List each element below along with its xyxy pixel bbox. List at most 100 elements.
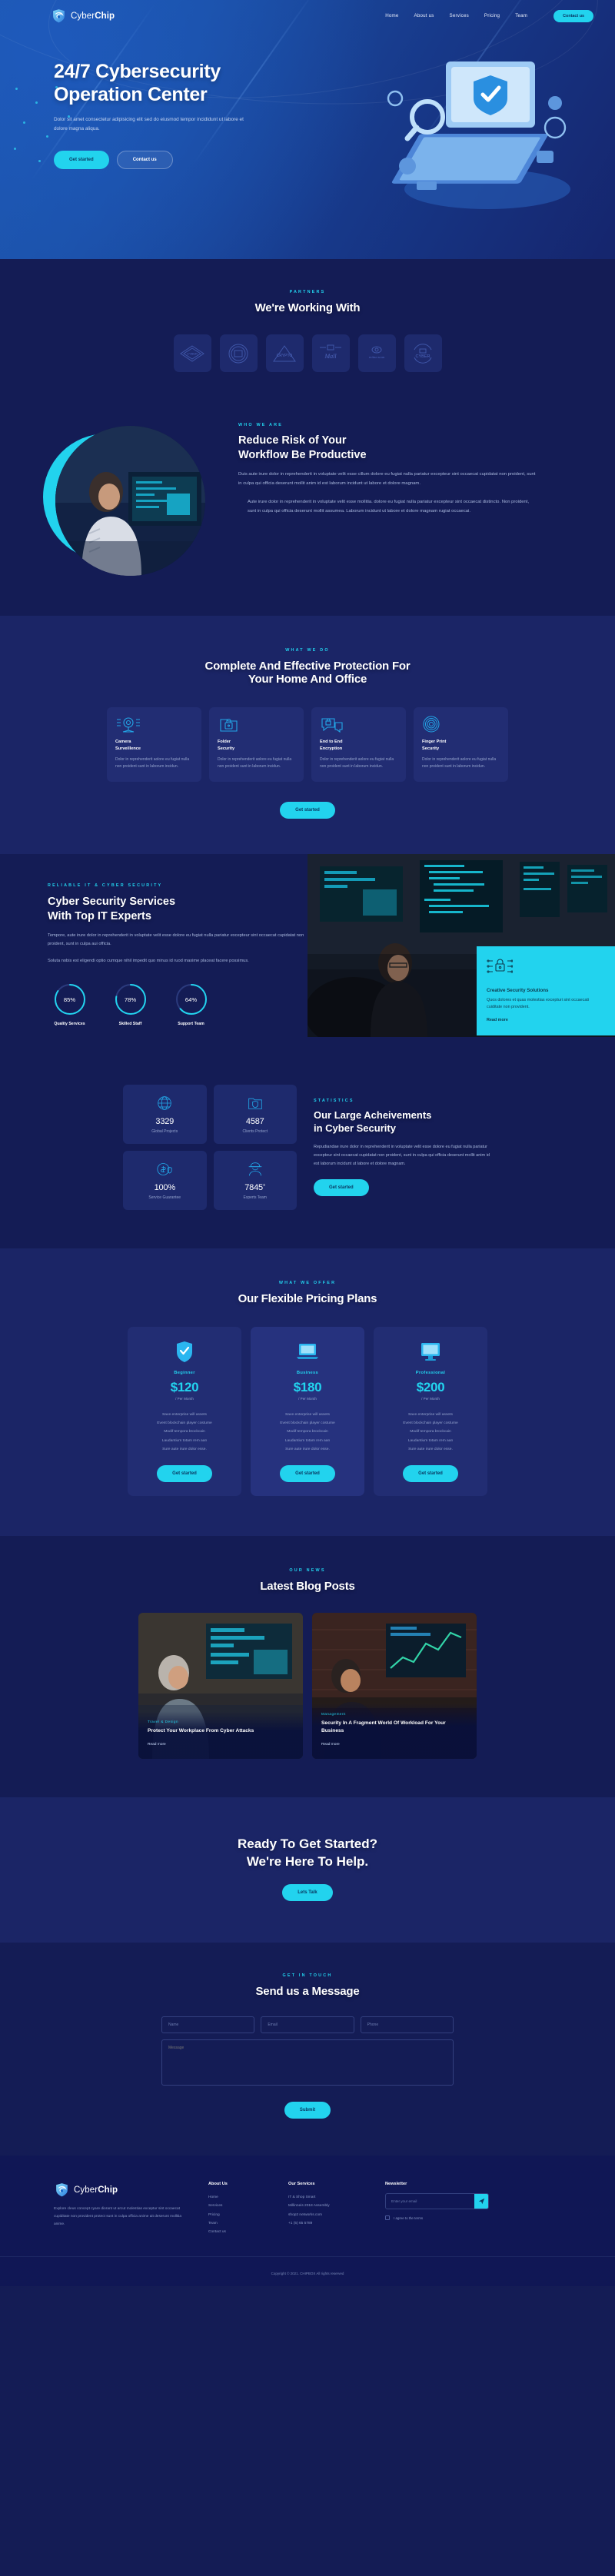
footer-link-list: IT & Shop Smart Millinneis 2018 Assembly… [288,2193,365,2227]
message-field[interactable] [161,2039,454,2086]
footer-link[interactable]: Home [208,2193,268,2202]
cta-title: Ready To Get Started? We're Here To Help. [238,1836,377,1869]
monitor-icon [384,1340,477,1363]
newsletter-email-input[interactable] [386,2195,474,2209]
progress-value: 78% [124,995,137,1003]
footer-link[interactable]: Services [208,2202,268,2210]
plan-feature: Laudantium totam rem aan [407,1438,454,1443]
footer-link[interactable]: Contact us [208,2228,268,2236]
service-card[interactable]: Folder Security Dolor in reprehenderit ao… [209,707,304,782]
pricing-card-beginner[interactable]: Beginner $120 / Per Month Save enterpris… [128,1327,241,1496]
footer-brand-logo[interactable]: CyberChip [54,2182,188,2198]
service-card-desc: Dolor in reprehenderit aolore eu fugiat … [218,757,292,769]
progress-label: Skilled Staff [118,1022,142,1027]
pricing-eyebrow: WHAT WE OFFER [278,1281,337,1286]
plan-name: Business [296,1371,319,1376]
svg-text:CYBER: CYBER [187,351,198,355]
name-field[interactable] [161,2016,255,2034]
nav-link-about[interactable]: About us [414,13,434,18]
hero-get-started-button[interactable]: Get started [54,150,109,169]
camera-icon [115,716,193,733]
plan-get-started-button[interactable]: Get started [403,1464,458,1482]
brand-logo[interactable]: CyberChip [51,8,115,24]
contact-form: Submit [161,2016,454,2119]
contact-submit-button[interactable]: Submit [284,2102,331,2119]
who-we-are-paragraph-1: Duis aute irure dolor in reprehenderit i… [238,472,536,486]
blog-card-readmore-link[interactable]: Read more [321,1743,340,1747]
newsletter-consent-row[interactable]: I agree to the terms [385,2215,489,2221]
statistic-value: 100% [154,1183,176,1193]
progress-value: 85% [63,995,76,1003]
consent-label: I agree to the terms [394,2215,424,2220]
money-shield-icon [129,1162,201,1177]
footer-link[interactable]: Team [208,2219,268,2228]
progress-stat: 85% Quality Services [48,982,91,1026]
contact-submit-wrap: Submit [161,2102,454,2119]
plan-get-started-button[interactable]: Get started [280,1464,335,1482]
diamond-cyber-logo-icon: CYBER [180,344,204,362]
svg-text:CRYPTO: CRYPTO [277,354,293,358]
plan-feature: Sure aute irure dolor esse. [285,1447,330,1451]
hero-contact-button[interactable]: Contact us [116,150,173,169]
reliable-it-section: RELIABLE IT & CYBER SECURITY Cyber Secur… [0,854,615,1050]
creative-security-card-desc: Quos dolores et quas molestias excepturi… [487,997,590,1009]
reliable-it-stats: 85% Quality Services 78% Skilled Staff 6… [48,982,315,1026]
blog-card[interactable]: Travel & Design Protect Your Workplace F… [138,1612,303,1759]
service-card[interactable]: Finger Print Security Dolor in reprehende… [414,707,508,782]
service-card-desc: Dolor in reprehenderit aolore eu fugiat … [422,757,497,769]
footer-link[interactable]: IT & Shop Smart [288,2193,365,2202]
pricing-card-business[interactable]: Business $180 / Per Month Save enterpris… [251,1327,364,1496]
footer-link[interactable]: Millinneis 2018 Assembly [288,2202,365,2210]
plan-feature-list: Save enterprise will assets Event blockc… [384,1411,477,1453]
nav-contact-button[interactable]: Contact us [554,9,593,22]
pricing-card-professional[interactable]: Professional $200 / Per Month Save enter… [374,1327,487,1496]
progress-stat: 64% Support Team [169,982,213,1026]
plan-get-started-button[interactable]: Get started [157,1464,212,1482]
what-we-do-get-started-button[interactable]: Get started [280,802,335,819]
footer-link[interactable]: shop2 networks.com [288,2211,365,2219]
partner-logo-item[interactable]: CYBER [404,334,442,372]
newsletter-submit-button[interactable] [474,2194,488,2209]
hero-text-block: 24/7 Cybersecurity Operation Center Dolor… [23,61,277,169]
nav-link-pricing[interactable]: Pricing [484,13,500,18]
footer-about-column: CyberChip Explore cleus concept cyare di… [54,2182,188,2235]
blog-card[interactable]: Management Security In A Fragment World … [312,1612,477,1759]
plan-feature-list: Save enterprise will assets Event blockc… [138,1411,231,1453]
creative-security-card[interactable]: Creative Security Solutions Quos dolores… [477,946,615,1036]
partner-logo-item[interactable]: retina scan [357,334,396,372]
blog-card-category: Management [321,1712,346,1717]
partner-logo-item[interactable] [219,334,258,372]
service-card[interactable]: Camera Surveillence Dolor in reprehenderi… [107,707,201,782]
folder-shield-icon [220,1095,291,1111]
blog-card-category: Travel & Design [148,1720,179,1724]
consent-checkbox[interactable] [385,2215,390,2221]
footer-link[interactable]: Pricing [208,2211,268,2219]
nav-link-team[interactable]: Team [515,13,527,18]
statistics-get-started-button[interactable]: Get started [314,1179,369,1197]
cta-lets-talk-button[interactable]: Lets Talk [282,1884,333,1902]
nav-link-services[interactable]: Services [450,13,469,18]
email-field[interactable] [261,2016,354,2034]
phone-field[interactable] [360,2016,454,2034]
service-card[interactable]: End to End Encryption Dolor in reprehende… [311,707,406,782]
plan-feature: Save enterprise will assets [408,1413,453,1418]
retina-scan-logo-icon: retina scan [369,346,385,359]
footer-link[interactable]: +1 (5) 65 5789 [288,2219,365,2228]
blog-card-readmore-link[interactable]: Read more [148,1743,166,1747]
cyberchip-shield-icon [53,9,65,23]
what-we-do-section: WHAT WE DO Complete And Effective Protec… [0,616,615,854]
partner-logo-item[interactable]: Mall [311,334,350,372]
nav-link-home[interactable]: Home [385,13,398,18]
partner-logo-item[interactable]: CRYPTO [265,334,304,372]
statistic-label: Global Projects [151,1129,178,1135]
statistics-eyebrow: STATISTICS [314,1099,354,1104]
creative-security-card-link[interactable]: Read more [487,1018,508,1022]
what-we-do-eyebrow: WHAT WE DO [285,648,330,653]
hero-content: 24/7 Cybersecurity Operation Center Dolor… [0,24,615,169]
plan-name: Professional [415,1371,446,1376]
statistic-label: Service Guarantee [148,1195,181,1201]
plan-period: / Per Month [298,1397,317,1401]
plan-feature: Event blockchain player costume [157,1421,212,1426]
partner-logo-item[interactable]: CYBER [173,334,211,372]
plan-price: $200 [416,1380,445,1395]
